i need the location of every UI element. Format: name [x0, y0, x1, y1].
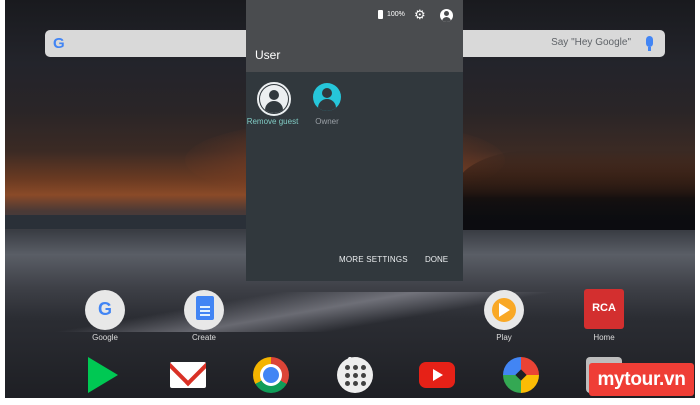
rca-logo: RCA	[592, 302, 616, 314]
mic-icon[interactable]	[646, 36, 653, 51]
search-hint: Say "Hey Google"	[551, 37, 631, 48]
play-app-icon[interactable]	[484, 290, 524, 330]
play-app-label: Play	[496, 333, 512, 342]
owner-avatar-icon[interactable]	[313, 83, 341, 111]
remove-guest-label[interactable]: Remove guest	[246, 117, 299, 126]
owner-label[interactable]: Owner	[307, 117, 347, 126]
palm-silhouette	[455, 150, 695, 230]
account-icon[interactable]	[440, 9, 453, 22]
create-app-label: Create	[191, 333, 216, 342]
google-app-icon[interactable]: G	[85, 290, 125, 330]
gmail-icon[interactable]	[170, 362, 206, 388]
play-store-icon[interactable]	[88, 357, 118, 393]
guest-avatar-icon[interactable]	[260, 85, 288, 113]
youtube-icon[interactable]	[419, 362, 455, 388]
google-logo-icon: G	[53, 35, 65, 52]
create-app-icon[interactable]	[184, 290, 224, 330]
more-settings-button[interactable]: MORE SETTINGS	[339, 255, 408, 264]
battery-percent: 100%	[387, 11, 405, 18]
gear-icon[interactable]: ⚙	[414, 8, 426, 21]
quick-settings-header: 100% ⚙ User	[246, 0, 463, 72]
photos-icon[interactable]	[503, 357, 539, 393]
rca-home-icon[interactable]: RCA	[584, 289, 624, 329]
panel-title: User	[255, 48, 281, 62]
app-drawer-icon[interactable]	[337, 357, 373, 393]
battery-icon	[378, 10, 383, 19]
home-app-label: Home	[593, 333, 615, 342]
google-app-label: Google	[92, 333, 118, 342]
watermark-logo: mytour.vn	[589, 363, 694, 396]
chrome-icon[interactable]	[253, 357, 289, 393]
user-switcher-panel: Remove guest Owner MORE SETTINGS DONE	[246, 72, 463, 281]
done-button[interactable]: DONE	[425, 255, 448, 264]
